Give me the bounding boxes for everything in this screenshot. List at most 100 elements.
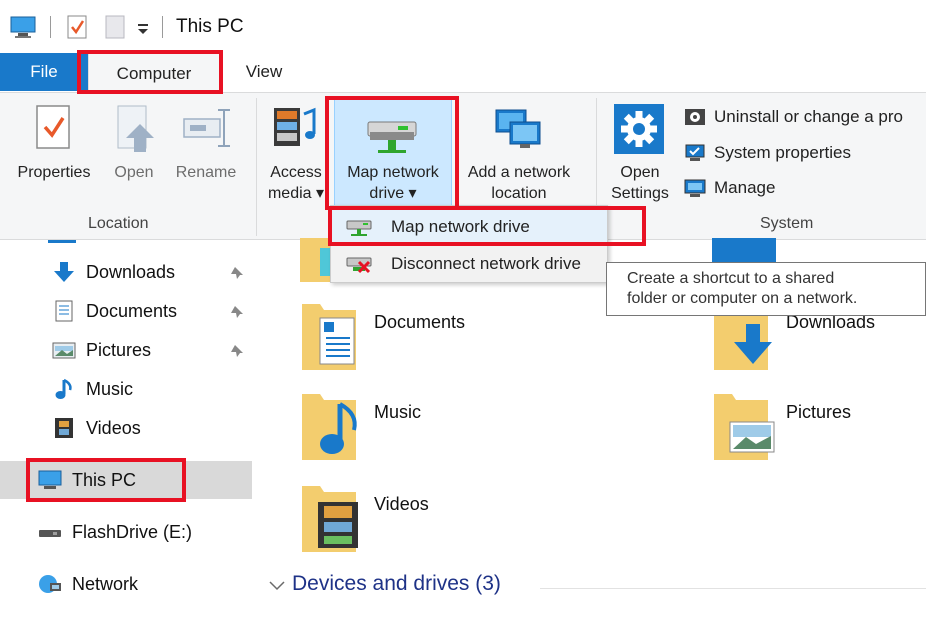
section-divider bbox=[540, 588, 926, 589]
chevron-down-icon[interactable] bbox=[268, 580, 286, 592]
nav-label-downloads: Downloads bbox=[86, 261, 176, 282]
videos-folder-icon bbox=[302, 486, 358, 552]
open-settings-button[interactable]: Open Settings bbox=[604, 162, 676, 204]
add-network-location-button[interactable]: Add a network location bbox=[456, 162, 582, 204]
group-separator bbox=[256, 98, 257, 236]
music-folder-icon bbox=[302, 394, 357, 460]
open-icon bbox=[117, 105, 154, 152]
group-label-system: System bbox=[760, 215, 814, 232]
nav-label-flashdrive: FlashDrive (E:) bbox=[72, 521, 193, 542]
rename-icon bbox=[183, 109, 230, 147]
access-media-label-2: media ▾ bbox=[267, 185, 325, 202]
download-arrow-icon bbox=[54, 262, 74, 282]
add-location-label-2: location bbox=[491, 185, 547, 202]
gear-icon bbox=[614, 104, 664, 154]
menu-item-disconnect-network-drive[interactable]: Disconnect network drive bbox=[331, 246, 607, 282]
nav-item-this-pc[interactable]: This PC bbox=[38, 465, 136, 495]
properties-quick-icon[interactable] bbox=[66, 14, 88, 40]
devices-drives-header[interactable]: Devices and drives (3) bbox=[292, 572, 501, 596]
menu-item-map-network-drive[interactable]: Map network drive bbox=[331, 209, 607, 245]
menu-label-map-network-drive: Map network drive bbox=[391, 217, 530, 236]
menu-label-disconnect-network-drive: Disconnect network drive bbox=[391, 254, 581, 273]
access-media-button[interactable]: Access media ▾ bbox=[262, 162, 330, 204]
videos-icon bbox=[55, 418, 73, 438]
nav-label-network: Network bbox=[72, 573, 139, 594]
customize-quick-access-icon[interactable] bbox=[136, 22, 150, 36]
folder-videos[interactable] bbox=[300, 484, 362, 559]
network-icon bbox=[39, 575, 61, 593]
pin-icon[interactable] bbox=[230, 305, 244, 319]
nav-label-videos: Videos bbox=[86, 417, 141, 438]
folder-partial-icon bbox=[712, 238, 776, 264]
usb-drive-icon bbox=[39, 530, 61, 537]
disconnect-drive-icon bbox=[346, 257, 372, 274]
folder-music[interactable] bbox=[300, 392, 362, 467]
pictures-folder-icon bbox=[714, 394, 775, 460]
nav-label-this-pc: This PC bbox=[72, 469, 137, 490]
rename-button[interactable]: Rename bbox=[170, 162, 242, 183]
map-network-drive-button[interactable]: Map network drive ▾ bbox=[334, 162, 452, 204]
folder-pictures[interactable] bbox=[712, 392, 778, 467]
uninstall-icon bbox=[685, 109, 705, 125]
nav-item-network[interactable]: Network bbox=[38, 569, 138, 599]
tab-computer[interactable]: Computer bbox=[88, 53, 220, 93]
manage-icon bbox=[684, 179, 706, 197]
nav-item-videos[interactable]: Videos bbox=[52, 413, 141, 443]
new-folder-quick-icon[interactable] bbox=[104, 14, 126, 40]
uninstall-label: Uninstall or change a pro bbox=[714, 107, 904, 126]
title-bar: This PC bbox=[0, 0, 926, 52]
manage-label: Manage bbox=[714, 178, 776, 197]
system-properties-button[interactable]: System properties bbox=[684, 140, 851, 166]
properties-button[interactable]: Properties bbox=[10, 162, 98, 183]
system-properties-label: System properties bbox=[714, 143, 851, 162]
nav-item-documents[interactable]: Documents bbox=[52, 296, 177, 326]
open-settings-label-2: Settings bbox=[611, 185, 669, 202]
separator bbox=[50, 16, 51, 38]
pin-icon[interactable] bbox=[230, 266, 244, 280]
nav-item-downloads[interactable]: Downloads bbox=[52, 257, 175, 287]
tab-view[interactable]: View bbox=[236, 53, 292, 91]
open-button[interactable]: Open bbox=[106, 162, 162, 183]
folder-partial-icon bbox=[300, 238, 332, 282]
access-media-label-1: Access bbox=[270, 164, 322, 181]
separator bbox=[162, 16, 163, 38]
documents-icon bbox=[55, 300, 73, 322]
nav-item-partial bbox=[48, 240, 76, 243]
map-drive-small-icon bbox=[346, 220, 372, 236]
access-media-icon bbox=[274, 107, 316, 146]
map-drive-label-1: Map network bbox=[347, 164, 439, 181]
tooltip: Create a shortcut to a shared folder or … bbox=[606, 262, 926, 316]
system-properties-icon bbox=[685, 144, 705, 161]
this-pc-icon bbox=[10, 16, 36, 38]
folder-label-music: Music bbox=[374, 402, 422, 422]
tooltip-line-2: folder or computer on a network. bbox=[627, 290, 858, 307]
pictures-icon bbox=[52, 342, 76, 359]
nav-label-documents: Documents bbox=[86, 300, 178, 321]
nav-item-flashdrive[interactable]: FlashDrive (E:) bbox=[38, 517, 192, 547]
folder-label-videos: Videos bbox=[374, 494, 429, 514]
uninstall-programs-button[interactable]: Uninstall or change a pro bbox=[684, 104, 903, 130]
music-note-icon bbox=[55, 378, 72, 399]
map-drive-label-2: drive ▾ bbox=[369, 185, 417, 202]
documents-folder-icon bbox=[302, 304, 356, 370]
nav-label-pictures: Pictures bbox=[86, 339, 152, 360]
folder-label-pictures: Pictures bbox=[786, 402, 852, 422]
folder-label-documents: Documents bbox=[374, 312, 466, 332]
group-label-location: Location bbox=[88, 215, 149, 232]
nav-item-pictures[interactable]: Pictures bbox=[52, 335, 151, 365]
tooltip-line-1: Create a shortcut to a shared bbox=[627, 270, 835, 287]
map-drive-dropdown-menu: Map network drive Disconnect network dri… bbox=[330, 205, 608, 283]
properties-icon[interactable] bbox=[34, 104, 74, 152]
nav-label-music: Music bbox=[86, 378, 134, 399]
folder-documents[interactable] bbox=[300, 302, 358, 377]
pin-icon[interactable] bbox=[230, 344, 244, 358]
add-network-location-icon bbox=[495, 109, 541, 148]
this-pc-icon bbox=[38, 470, 62, 489]
open-settings-label-1: Open bbox=[620, 164, 660, 181]
window-title: This PC bbox=[176, 16, 244, 37]
add-location-label-1: Add a network bbox=[467, 164, 571, 181]
nav-item-music[interactable]: Music bbox=[52, 374, 133, 404]
manage-button[interactable]: Manage bbox=[684, 175, 775, 201]
tab-file[interactable]: File bbox=[0, 53, 88, 91]
map-network-drive-icon bbox=[367, 121, 417, 153]
